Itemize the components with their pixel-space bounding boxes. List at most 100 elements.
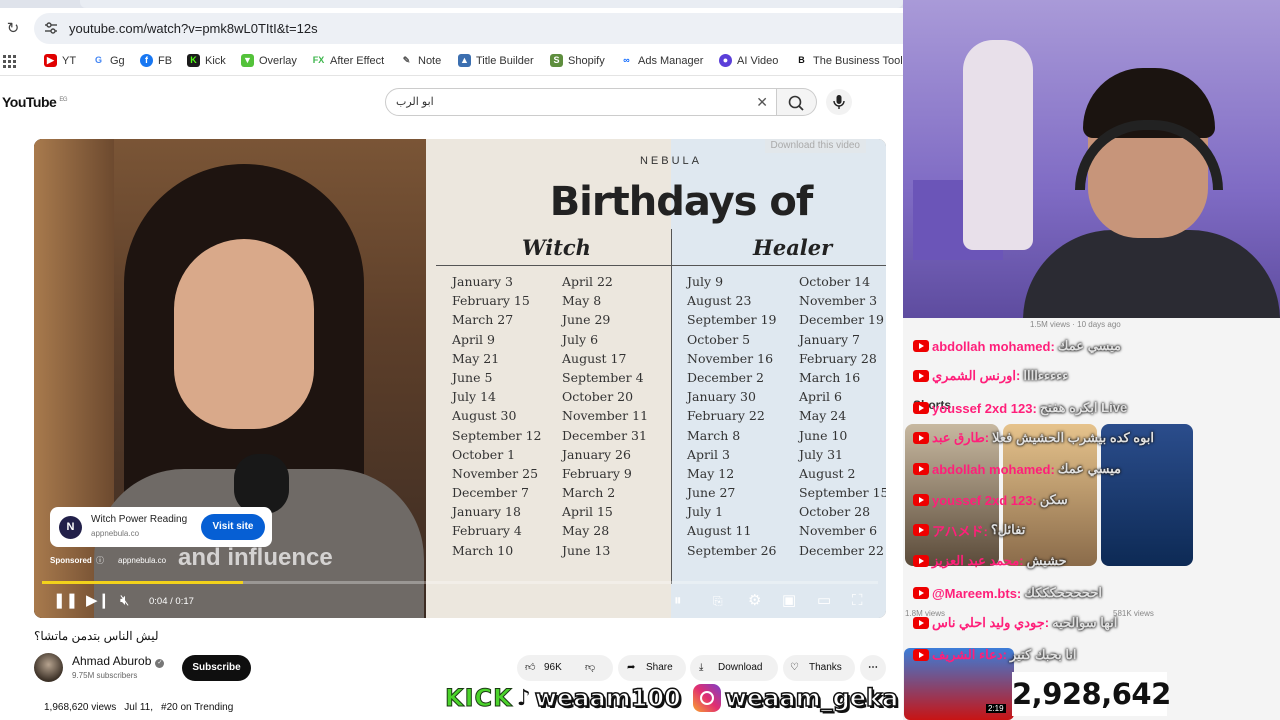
chat-message: @Mareem.bts: احححححكككك: [913, 583, 1102, 603]
bookmark-kick[interactable]: K Kick: [187, 54, 226, 67]
video-player[interactable]: NEBULA Birthdays of Witch Healer January…: [34, 139, 886, 618]
chat-text: انها سوالحيه: [1052, 615, 1118, 630]
theater-mode-icon[interactable]: ▭: [817, 593, 831, 609]
video-title: ليش الناس بتدمن ماتشا؟: [34, 629, 159, 643]
thanks-button[interactable]: ♡ Thanks: [783, 655, 855, 681]
chat-user: اورنس الشمري:: [932, 368, 1021, 383]
chat-message: محمد عبد العزيز: حشيش: [913, 551, 1067, 571]
date-entry: November 3: [799, 293, 878, 309]
bookmark-overlay[interactable]: ▼ Overlay: [241, 54, 297, 67]
youtube-icon: [913, 494, 929, 506]
info-icon[interactable]: ⓘ: [96, 556, 104, 565]
bookmark-note[interactable]: ✎ Note: [400, 54, 441, 67]
bookmark-yt[interactable]: ▶ YT: [44, 54, 76, 67]
bookmark-label: Ads Manager: [638, 54, 704, 67]
url-text[interactable]: youtube.com/watch?v=pmk8wL0TItI&t=12s: [69, 21, 318, 36]
nebula-logo-icon: N: [59, 516, 82, 539]
sponsored-domain: appnebula.co: [118, 556, 167, 565]
video-infographic: NEBULA Birthdays of Witch Healer January…: [426, 139, 886, 618]
date-entry: November 16: [687, 350, 774, 366]
bookmark-fb[interactable]: f FB: [140, 54, 172, 67]
channel-name[interactable]: Ahmad Aburob ✓: [72, 654, 165, 668]
chat-text: ءءءءءاااا: [1023, 368, 1069, 383]
chat-user: دعاء الشريف:: [932, 647, 1007, 662]
address-bar[interactable]: youtube.com/watch?v=pmk8wL0TItI&t=12s: [34, 13, 903, 44]
chat-user: abdollah mohamed:: [932, 461, 1055, 477]
date-entry: May 12: [687, 465, 735, 481]
date-entry: March 16: [799, 369, 861, 385]
date-entry: January 26: [562, 446, 631, 462]
thanks-icon: ♡: [790, 662, 799, 673]
upload-date: Jul 11,: [124, 702, 154, 713]
bookmark-after-effect[interactable]: FX After Effect: [312, 54, 384, 67]
bookmark-gg[interactable]: G Gg: [92, 54, 125, 67]
apps-grid-icon[interactable]: [3, 55, 16, 68]
business-tool-icon: B: [795, 54, 808, 67]
share-button[interactable]: ➦ Share: [618, 655, 686, 681]
date-entry: July 1: [687, 504, 724, 520]
chat-message: جودي وليد احلي ناس: انها سوالحيه: [913, 613, 1117, 633]
captions-icon[interactable]: ⎘: [713, 593, 723, 609]
date-entry: February 28: [799, 350, 877, 366]
chat-message: youssef 2xd 123: سكن: [913, 490, 1068, 510]
bookmark-shopify[interactable]: S Shopify: [550, 54, 605, 67]
site-info-icon[interactable]: [44, 21, 58, 35]
bookmark-label: Title Builder: [476, 54, 534, 67]
bookmark-label: Note: [418, 54, 442, 67]
pause-icon[interactable]: ❚❚: [53, 593, 78, 609]
chat-message: اورنس الشمري: ءءءءءاااا: [913, 366, 1068, 386]
bookmark-title-builder[interactable]: ▲ Title Builder: [458, 54, 534, 67]
microphone-icon[interactable]: [826, 89, 852, 115]
video-caption: and influence: [178, 544, 333, 571]
share-icon: ➦: [627, 662, 636, 673]
visit-site-button[interactable]: Visit site: [201, 514, 265, 540]
settings-gear-icon[interactable]: ⚙: [748, 593, 761, 609]
date-entry: June 13: [562, 542, 611, 558]
bookmark-ads-manager[interactable]: ∞ Ads Manager: [620, 54, 703, 67]
more-actions-icon[interactable]: ⋯: [860, 655, 886, 681]
date-entry: February 22: [687, 408, 765, 424]
download-this-video-button[interactable]: Download this video: [764, 139, 866, 153]
bookmark-business-tool[interactable]: B The Business Tool: [795, 54, 903, 67]
bookmark-label: Gg: [110, 54, 125, 67]
bookmark-ai-video[interactable]: ● AI Video: [719, 54, 778, 67]
chat-message: abdollah mohamed: ميسي عمك: [913, 459, 1121, 479]
chat-message: طارق عبد: ابوه كده بيشرب الحشيش فعلا: [913, 428, 1154, 448]
download-button[interactable]: ⤓ Download: [690, 655, 778, 681]
youtube-icon: [913, 524, 929, 536]
miniplayer-icon[interactable]: ▣: [782, 593, 796, 609]
date-entry: July 6: [562, 331, 599, 347]
ad-card[interactable]: N Witch Power Reading appnebula.co Visit…: [50, 507, 272, 547]
next-icon[interactable]: ▶❙: [86, 593, 110, 609]
chat-user: طارق عبد:: [932, 430, 990, 445]
date-entry: August 2: [799, 465, 856, 481]
date-entry: November 6: [799, 523, 878, 539]
channel-name-text[interactable]: Ahmad Aburob: [72, 654, 151, 668]
tiktok-icon: ♪: [516, 685, 531, 711]
search-input[interactable]: ابو الرب ✕: [385, 88, 777, 116]
healer-dates-col-2: October 14 November 3 December 19 January 7…: [799, 272, 886, 560]
mute-icon[interactable]: 🔇︎: [120, 593, 129, 609]
meta-icon: ∞: [620, 54, 633, 67]
active-tab[interactable]: [80, 0, 903, 8]
fullscreen-icon[interactable]: ⛶: [852, 593, 863, 609]
youtube-logo[interactable]: YouTube EG: [2, 94, 67, 110]
bookmark-label: Shopify: [568, 54, 605, 67]
chat-text: ميسي عمك: [1057, 461, 1121, 476]
chat-text: ابوه كده بيشرب الحشيش فعلا: [992, 430, 1155, 445]
thumbs-up-icon[interactable]: 👍︎: [525, 655, 535, 681]
witch-heading: Witch: [522, 235, 591, 260]
like-count[interactable]: 96K: [544, 655, 562, 681]
trending-rank[interactable]: #20 on Trending: [161, 702, 233, 713]
chat-message: アハメド: تفائل؟: [913, 520, 1025, 540]
kick-logo: KICK: [445, 684, 513, 713]
avatar[interactable]: [34, 653, 63, 682]
close-icon[interactable]: ✕: [756, 94, 768, 111]
subscribe-button[interactable]: Subscribe: [182, 655, 251, 681]
search-query[interactable]: ابو الرب: [396, 95, 736, 108]
autoplay-toggle[interactable]: ⏸︎: [674, 593, 682, 609]
reload-icon[interactable]: ↻: [4, 20, 22, 38]
search-button[interactable]: [777, 88, 817, 116]
thumbs-down-icon[interactable]: 👎︎: [585, 655, 595, 681]
date-entry: September 19: [687, 312, 777, 328]
